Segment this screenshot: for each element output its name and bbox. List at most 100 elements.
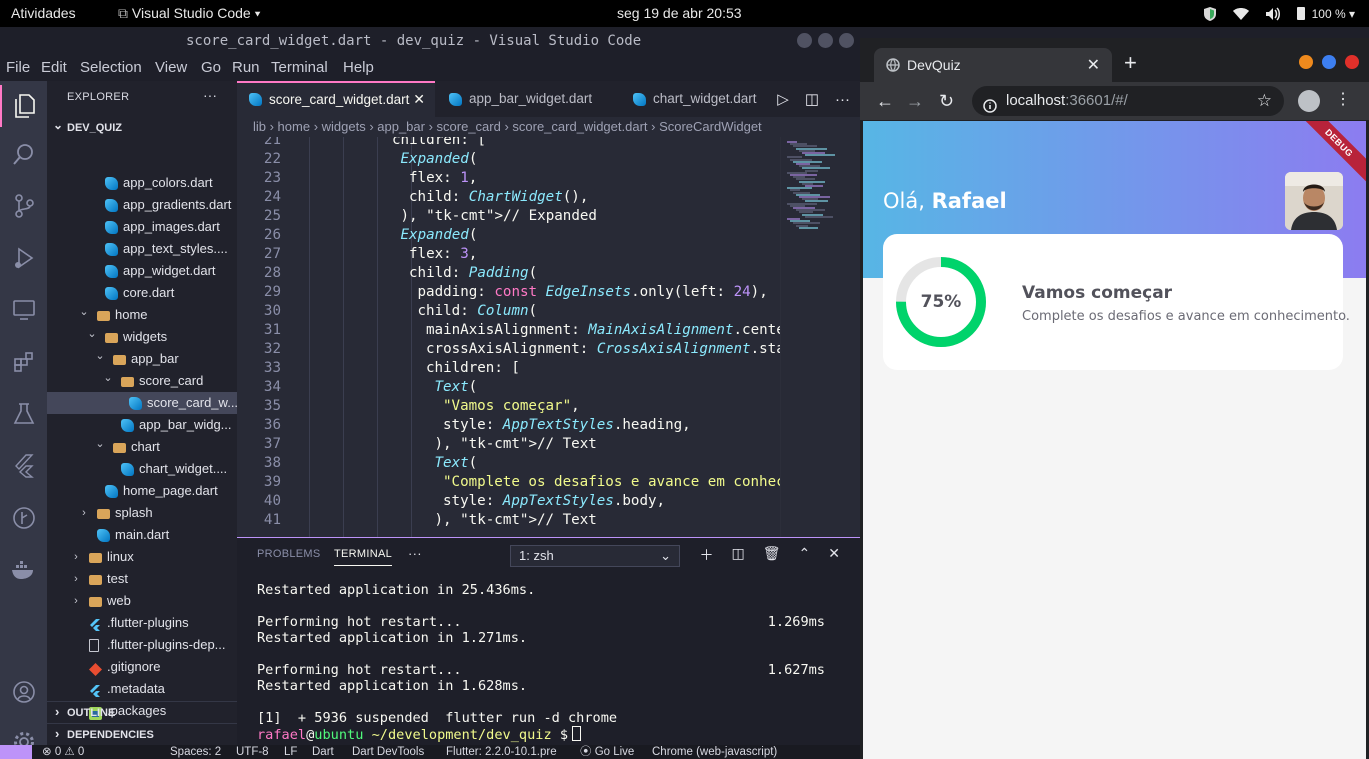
tab-app-bar-widget[interactable]: app_bar_widget.dart bbox=[437, 81, 619, 117]
menu-terminal[interactable]: Terminal bbox=[271, 59, 328, 76]
accounts-icon[interactable] bbox=[0, 671, 47, 713]
split-terminal-icon[interactable]: ◫ bbox=[732, 545, 745, 565]
status-language[interactable]: Dart bbox=[312, 745, 334, 759]
tree-item[interactable]: app_bar_widg... bbox=[47, 414, 237, 436]
remote-indicator[interactable] bbox=[0, 745, 32, 759]
new-terminal-icon[interactable]: ＋ bbox=[700, 545, 714, 565]
close-tab-icon[interactable]: ✕ bbox=[413, 83, 425, 116]
tree-item[interactable]: .gitignore bbox=[47, 656, 237, 678]
tree-item[interactable]: › web bbox=[47, 590, 237, 612]
status-flutter[interactable]: Flutter: 2.2.0-10.1.pre bbox=[446, 745, 557, 759]
dependencies-section[interactable]: DEPENDENCIES bbox=[47, 723, 237, 745]
workspace-root[interactable]: DEV_QUIZ bbox=[47, 114, 237, 139]
bookmark-star-icon[interactable]: ☆ bbox=[1257, 86, 1272, 116]
activities-button[interactable]: Atividades bbox=[11, 5, 76, 21]
clock[interactable]: seg 19 de abr 20:53 bbox=[617, 5, 742, 21]
tree-item[interactable]: ⌄ home bbox=[47, 304, 237, 326]
status-go-live[interactable]: ⦿ Go Live bbox=[580, 745, 634, 759]
menu-go[interactable]: Go bbox=[201, 59, 221, 76]
menu-selection[interactable]: Selection bbox=[80, 59, 142, 76]
tree-item[interactable]: ⌄ chart bbox=[47, 436, 237, 458]
forward-arrow-icon[interactable]: → bbox=[906, 91, 924, 112]
code-editor[interactable]: 21 22 23 24 25 26 27 28 29 30 31 32 33 34 35 36 37 38 39 40… bbox=[237, 137, 860, 537]
panel-more-button[interactable]: ··· bbox=[408, 546, 422, 561]
breadcrumb[interactable]: lib › home › widgets › app_bar › score_c… bbox=[237, 117, 860, 137]
code-line: child: Padding( bbox=[409, 265, 538, 281]
new-tab-button[interactable]: + bbox=[1124, 50, 1137, 76]
tree-item[interactable]: app_gradients.dart bbox=[47, 194, 237, 216]
status-encoding[interactable]: UTF-8 bbox=[236, 745, 269, 759]
menu-help[interactable]: Help bbox=[343, 59, 374, 76]
tree-item[interactable]: ⌄ score_card bbox=[47, 370, 237, 392]
search-activity-icon[interactable] bbox=[0, 133, 47, 175]
tree-item[interactable]: .flutter-plugins-dep... bbox=[47, 634, 237, 656]
extensions-activity-icon[interactable] bbox=[0, 341, 47, 383]
close-tab-icon[interactable]: ✕ bbox=[1087, 55, 1100, 75]
tree-item[interactable]: .flutter-plugins bbox=[47, 612, 237, 634]
tree-item[interactable]: › test bbox=[47, 568, 237, 590]
menu-run[interactable]: Run bbox=[232, 59, 260, 76]
remote-explorer-activity-icon[interactable] bbox=[0, 289, 47, 331]
tree-item[interactable]: chart_widget.... bbox=[47, 458, 237, 480]
menu-view[interactable]: View bbox=[155, 59, 187, 76]
terminal-prompt[interactable]: rafael@ubuntu ~/development/dev_quiz $ bbox=[257, 726, 582, 743]
gitlens-activity-icon[interactable] bbox=[0, 497, 47, 539]
trash-icon[interactable]: 🗑 bbox=[763, 545, 781, 565]
tree-item[interactable]: app_text_styles.... bbox=[47, 238, 237, 260]
address-bar[interactable]: localhost:36601/#/ ☆ bbox=[972, 86, 1284, 116]
tree-item[interactable]: › splash bbox=[47, 502, 237, 524]
explorer-activity-icon[interactable] bbox=[0, 85, 47, 127]
tree-item[interactable]: app_colors.dart bbox=[47, 172, 237, 194]
maximize-panel-icon[interactable]: ⌃ bbox=[799, 545, 811, 565]
app-menu[interactable]: ⧉ Visual Studio Code ▾ bbox=[118, 5, 261, 22]
tree-item[interactable]: app_images.dart bbox=[47, 216, 237, 238]
tree-item[interactable]: core.dart bbox=[47, 282, 237, 304]
tab-problems[interactable]: PROBLEMS bbox=[257, 548, 321, 560]
tree-item-label: score_card_w... bbox=[147, 395, 237, 410]
reload-icon[interactable]: ↻ bbox=[939, 91, 954, 112]
run-debug-activity-icon[interactable] bbox=[0, 237, 47, 279]
explorer-more-button[interactable]: ··· bbox=[203, 87, 217, 103]
status-device[interactable]: Chrome (web-javascript) bbox=[652, 745, 777, 759]
tab-terminal[interactable]: TERMINAL bbox=[334, 548, 393, 566]
tree-item[interactable]: home_page.dart bbox=[47, 480, 237, 502]
more-actions-icon[interactable]: ··· bbox=[835, 91, 850, 108]
tree-item[interactable]: › linux bbox=[47, 546, 237, 568]
outline-section[interactable]: OUTLINE bbox=[47, 701, 237, 723]
testing-flask-icon[interactable] bbox=[0, 393, 47, 435]
tree-item[interactable]: .metadata bbox=[47, 678, 237, 700]
menu-file[interactable]: File bbox=[6, 59, 30, 76]
docker-activity-icon[interactable] bbox=[0, 549, 47, 591]
profile-avatar-icon[interactable] bbox=[1298, 90, 1320, 112]
close-panel-icon[interactable]: ✕ bbox=[828, 545, 840, 565]
back-arrow-icon[interactable]: ← bbox=[876, 91, 894, 112]
minimize-button[interactable] bbox=[1299, 55, 1313, 69]
minimap[interactable] bbox=[780, 137, 860, 537]
source-control-activity-icon[interactable] bbox=[0, 185, 47, 227]
tab-score-card-widget[interactable]: score_card_widget.dart ✕ bbox=[237, 81, 435, 117]
terminal-select[interactable]: 1: zsh ⌄ bbox=[510, 545, 680, 567]
minimize-button[interactable] bbox=[797, 33, 812, 48]
tree-item[interactable]: ⌄ widgets bbox=[47, 326, 237, 348]
maximize-button[interactable] bbox=[818, 33, 833, 48]
status-devtools[interactable]: Dart DevTools bbox=[352, 745, 424, 759]
tree-item[interactable]: ⌄ app_bar bbox=[47, 348, 237, 370]
status-eol[interactable]: LF bbox=[284, 745, 297, 759]
close-window-button[interactable] bbox=[1345, 55, 1359, 69]
tab-chart-widget[interactable]: chart_widget.dart bbox=[621, 81, 761, 117]
maximize-button[interactable] bbox=[1322, 55, 1336, 69]
status-problems[interactable]: ⊗ 0 ⚠ 0 bbox=[42, 745, 84, 759]
split-editor-icon[interactable]: ◫ bbox=[805, 90, 819, 108]
window-titlebar[interactable]: score_card_widget.dart - dev_quiz - Visu… bbox=[0, 27, 860, 55]
browser-menu-icon[interactable]: ⋮ bbox=[1335, 89, 1351, 109]
run-icon[interactable]: ▷ bbox=[777, 90, 789, 108]
status-spaces[interactable]: Spaces: 2 bbox=[170, 745, 221, 759]
system-tray[interactable]: 100 % ▾ bbox=[1203, 0, 1355, 27]
close-window-button[interactable] bbox=[839, 33, 854, 48]
menu-edit[interactable]: Edit bbox=[41, 59, 67, 76]
browser-tab[interactable]: DevQuiz ✕ bbox=[874, 48, 1112, 82]
tree-item[interactable]: main.dart bbox=[47, 524, 237, 546]
flutter-activity-icon[interactable] bbox=[0, 445, 47, 487]
tree-item[interactable]: score_card_w... bbox=[47, 392, 237, 414]
tree-item[interactable]: app_widget.dart bbox=[47, 260, 237, 282]
